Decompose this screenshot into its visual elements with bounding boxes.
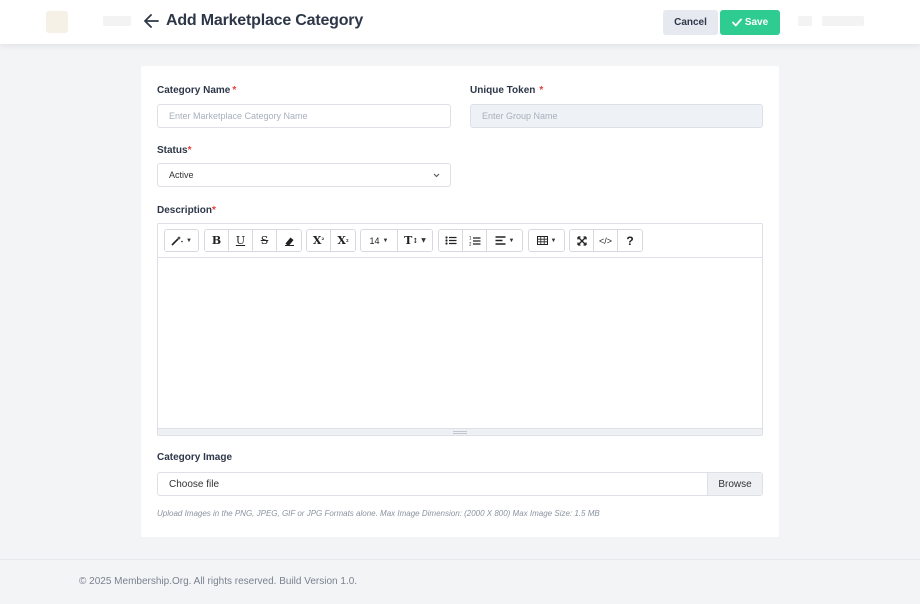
code-view-icon[interactable]: </> xyxy=(594,230,618,251)
faded-nav-item xyxy=(103,16,131,26)
description-editor-area[interactable] xyxy=(158,258,762,430)
magic-wand-icon[interactable]: ▼ xyxy=(165,230,198,251)
footer-divider xyxy=(0,559,920,560)
image-help-text: Upload Images in the PNG, JPEG, GIF or J… xyxy=(157,509,600,518)
category-image-label: Category Image xyxy=(157,452,233,463)
browse-button[interactable]: Browse xyxy=(707,473,762,495)
bold-icon[interactable]: B xyxy=(205,230,229,251)
svg-text:2: 2 xyxy=(469,241,472,246)
status-select[interactable]: Active xyxy=(157,163,451,187)
status-label: Status* xyxy=(157,145,192,156)
eraser-icon[interactable] xyxy=(277,230,301,251)
subscript-icon[interactable]: X₂ xyxy=(331,230,355,251)
category-image-file-input[interactable]: Choose file Browse xyxy=(157,472,763,496)
svg-text:1: 1 xyxy=(469,236,472,241)
form-card: Category Name* Unique Token* Status* Act… xyxy=(141,66,779,537)
unique-token-input xyxy=(470,104,763,128)
help-icon[interactable]: ? xyxy=(618,230,642,251)
superscript-icon[interactable]: X² xyxy=(307,230,331,251)
align-icon[interactable]: ▼ xyxy=(487,230,522,251)
table-icon[interactable]: ▼ xyxy=(529,230,564,251)
faded-user-name xyxy=(822,16,864,26)
top-bar: Add Marketplace Category Cancel Save xyxy=(0,0,920,44)
description-label: Description* xyxy=(157,205,216,216)
text-height-icon[interactable]: T ↕ ▼ xyxy=(398,230,432,251)
page-title: Add Marketplace Category xyxy=(166,12,364,29)
strikethrough-icon[interactable]: S xyxy=(253,230,277,251)
save-label: Save xyxy=(744,17,769,28)
logo-icon xyxy=(46,11,68,33)
faded-avatar xyxy=(798,16,812,26)
choose-file-label: Choose file xyxy=(169,479,220,490)
underline-icon[interactable]: U xyxy=(229,230,253,251)
category-name-label: Category Name * xyxy=(157,85,237,96)
footer-copyright: © 2025 Membership.Org. All rights reserv… xyxy=(79,576,358,587)
chevron-down-icon xyxy=(433,173,440,178)
editor-toolbar: ▼ B U S X² X₂ 14 ▼ T ↕ ▼ 1 2 ▼ ▼ </> ? xyxy=(158,224,762,258)
rich-text-editor: ▼ B U S X² X₂ 14 ▼ T ↕ ▼ 1 2 ▼ ▼ </> ? xyxy=(157,223,763,436)
category-name-input[interactable] xyxy=(157,104,451,128)
font-size-dropdown[interactable]: 14 ▼ xyxy=(361,230,398,251)
unique-token-label: Unique Token * xyxy=(470,85,544,96)
editor-resize-handle[interactable] xyxy=(158,428,762,435)
unordered-list-icon[interactable] xyxy=(439,230,463,251)
ordered-list-icon[interactable]: 12 xyxy=(463,230,487,251)
cancel-button[interactable]: Cancel xyxy=(663,10,718,35)
save-button[interactable]: Save xyxy=(720,10,780,35)
fullscreen-icon[interactable] xyxy=(570,230,594,251)
status-selected-value: Active xyxy=(169,170,194,180)
back-arrow-icon[interactable] xyxy=(143,12,159,30)
check-icon xyxy=(731,18,742,27)
